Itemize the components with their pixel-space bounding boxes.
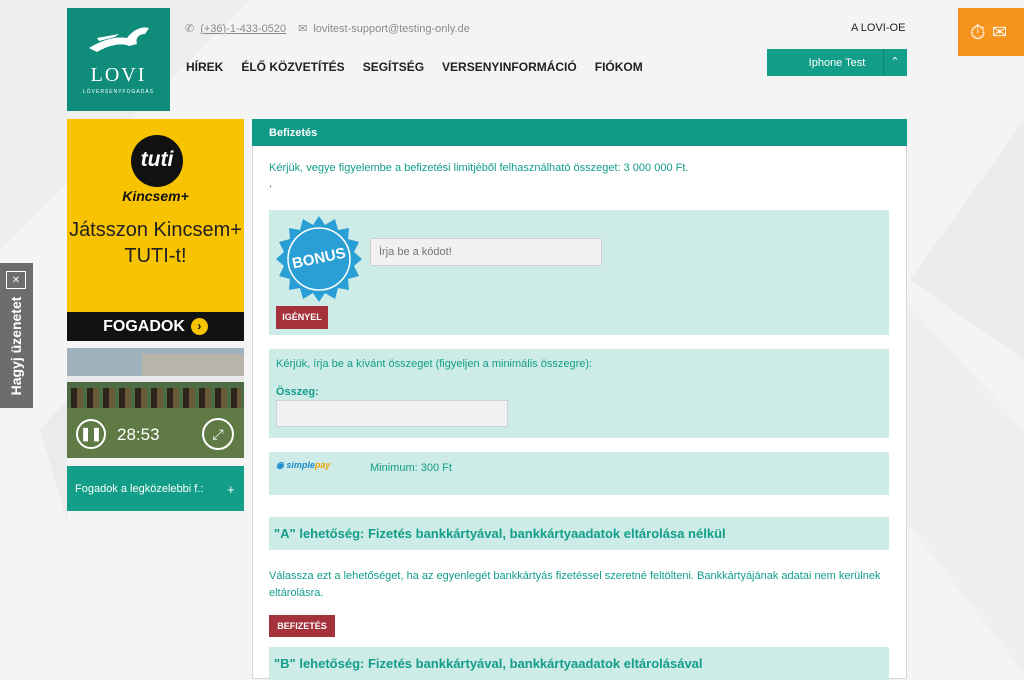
video-frame-horses — [71, 388, 241, 408]
option-a-header: "A" lehetőség: Fizetés bankkártyával, ba… — [269, 517, 889, 550]
arrow-right-icon: › — [190, 318, 208, 335]
option-b-title: "B" lehetőség: Fizetés bankkártyával, ba… — [274, 656, 703, 671]
chevron-up-icon: ⌃ — [890, 56, 900, 68]
simplepay-logo-pay: pay — [314, 460, 331, 470]
pay-button[interactable]: BEFIZETÉS — [269, 615, 335, 637]
limit-notice: Kérjük, vegye figyelembe a befizetési li… — [269, 162, 689, 174]
quick-actions-tab[interactable]: ⏱ ✉ — [958, 8, 1024, 56]
amount-instruction: Kérjük, írja be a kívánt összeget (figye… — [276, 358, 593, 370]
mail-icon[interactable]: ✉ — [992, 22, 1007, 43]
pause-icon[interactable]: ❚❚ — [76, 419, 106, 449]
amount-input[interactable] — [276, 400, 508, 427]
bonus-code-input[interactable] — [370, 238, 602, 266]
amount-label: Összeg: — [276, 386, 319, 398]
envelope-icon: ✉ — [298, 23, 308, 35]
kincsem-ad-banner[interactable]: tuti Kincsem+ Játsszon Kincsem+ TUTI-t! … — [67, 119, 244, 341]
live-video-player[interactable]: ❚❚ 28:53 ⤢ — [67, 348, 244, 458]
video-frame-rail — [67, 376, 244, 382]
phone-icon: ✆ — [185, 23, 195, 35]
user-menu-divider — [883, 49, 884, 76]
logo-brand: LOVI — [90, 64, 147, 86]
nearest-race-label: Fogadok a legközelebbi f.: — [75, 483, 204, 495]
bonus-code-section: BONUS IGÉNYEL — [269, 210, 889, 335]
ad-headline-line1: Játsszon Kincsem+ — [69, 219, 242, 241]
nearest-race-toggle[interactable]: Fogadok a legközelebbi f.: + — [67, 466, 244, 511]
phone-link[interactable]: (+36)-1-433-0520 — [200, 23, 286, 35]
horse-logo-icon — [89, 27, 149, 52]
ad-headline: Játsszon Kincsem+ TUTI-t! — [67, 217, 244, 269]
logo-tagline: LÓVERSENYFOGADÁS — [82, 89, 154, 95]
main-nav: HÍREK ÉLŐ KÖZVETÍTÉS SEGÍTSÉG VERSENYINF… — [186, 60, 661, 74]
nav-item-elo-kozvetites[interactable]: ÉLŐ KÖZVETÍTÉS — [241, 60, 344, 74]
amount-section: Kérjük, írja be a kívánt összeget (figye… — [269, 349, 889, 438]
nav-item-hirek[interactable]: HÍREK — [186, 60, 223, 74]
tuti-badge: tuti — [131, 135, 183, 187]
feedback-tab[interactable]: ✕ Hagyj üzenetet — [0, 263, 33, 408]
contact-info: ✆ (+36)-1-433-0520 ✉ lovitest-support@te… — [185, 22, 470, 36]
claim-bonus-button[interactable]: IGÉNYEL — [276, 306, 328, 329]
user-menu-button[interactable]: Iphone Test ⌃ — [767, 49, 907, 76]
lovi-logo[interactable]: LOVI LÓVERSENYFOGADÁS — [67, 8, 170, 111]
minimum-amount: Minimum: 300 Ft — [370, 462, 452, 474]
option-b-header: "B" lehetőség: Fizetés bankkártyával, ba… — [269, 647, 889, 680]
video-time: 28:53 — [117, 425, 160, 444]
simplepay-icon: ◉ — [276, 460, 284, 470]
nav-item-segitseg[interactable]: SEGÍTSÉG — [363, 60, 424, 74]
page-title: Befizetés — [269, 127, 318, 139]
ad-headline-line2: TUTI-t! — [124, 245, 187, 267]
user-name: Iphone Test — [808, 57, 866, 69]
ad-cta-button[interactable]: FOGADOK › — [67, 312, 244, 341]
ad-cta-label: FOGADOK — [103, 318, 185, 335]
nav-item-fiokom[interactable]: FIÓKOM — [595, 60, 643, 74]
option-a-title: "A" lehetőség: Fizetés bankkártyával, ba… — [274, 526, 726, 541]
email-link[interactable]: lovitest-support@testing-only.de — [313, 23, 469, 35]
kincsem-brand: Kincsem+ — [122, 188, 189, 204]
simplepay-section: ◉ simplepay Minimum: 300 Ft — [269, 452, 889, 495]
simplepay-logo-simple: simple — [286, 460, 315, 470]
stopwatch-icon[interactable]: ⏱ — [970, 22, 986, 45]
option-a-description: Válassza ezt a lehetőséget, ha az egyenl… — [269, 570, 881, 599]
nav-item-versenyinformacio[interactable]: VERSENYINFORMÁCIÓ — [442, 60, 577, 74]
plus-icon[interactable]: + — [227, 482, 235, 497]
simplepay-logo: ◉ simplepay — [276, 460, 330, 471]
fullscreen-icon[interactable]: ⤢ — [202, 418, 234, 450]
notice-dot: . — [269, 178, 273, 190]
video-frame-grandstand — [142, 354, 244, 376]
feedback-label: Hagyj üzenetet — [8, 296, 24, 396]
top-right-text: A LOVI-OE — [851, 22, 906, 34]
panel-header: Befizetés — [252, 119, 907, 146]
